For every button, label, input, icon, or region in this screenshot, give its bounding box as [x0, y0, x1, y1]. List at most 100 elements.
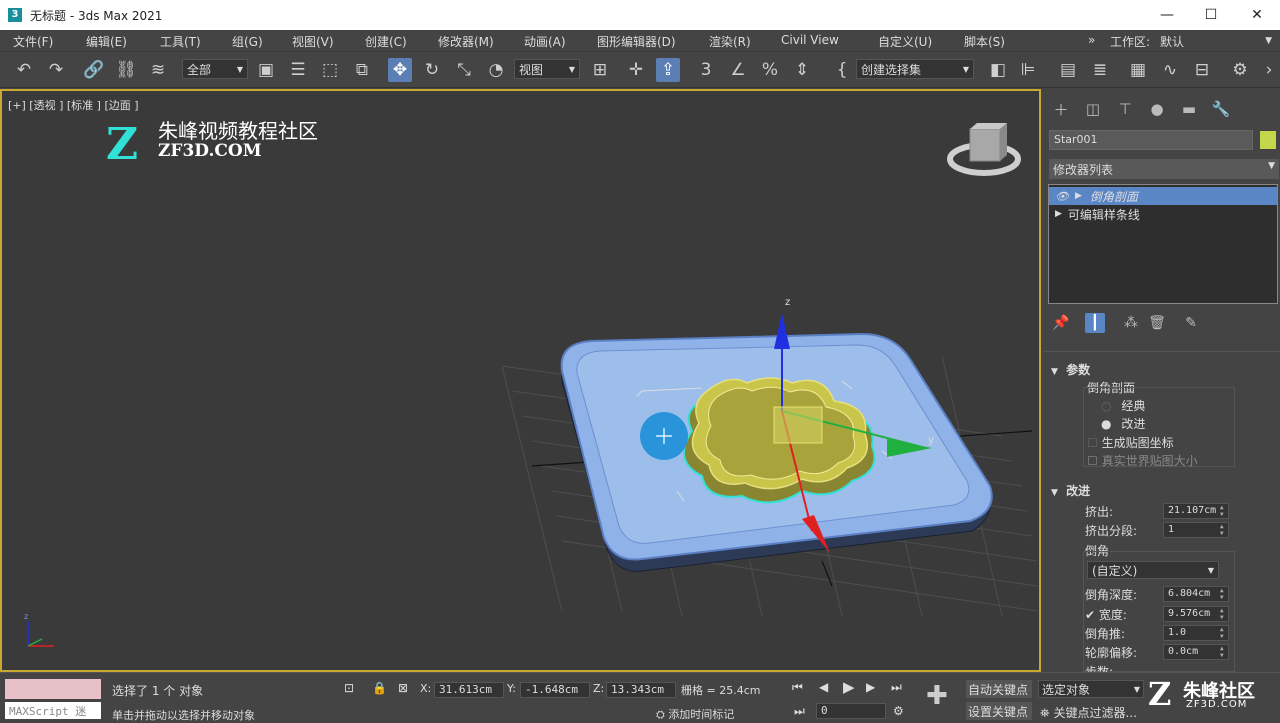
- menu-file[interactable]: 文件(F): [13, 33, 53, 50]
- menu-edit[interactable]: 编辑(E): [86, 33, 127, 50]
- bind-spacewarp-icon[interactable]: ≋: [146, 58, 170, 82]
- extrude-segments-spinner[interactable]: 1: [1163, 522, 1229, 538]
- width-spinner[interactable]: 9.576cm: [1163, 606, 1229, 622]
- auto-key-button[interactable]: 自动关键点: [966, 680, 1032, 698]
- percent-snap-icon[interactable]: %: [758, 58, 782, 82]
- menu-group[interactable]: 组(G): [232, 33, 263, 50]
- prev-frame-icon[interactable]: ◀: [819, 680, 828, 694]
- minimize-button[interactable]: —: [1144, 0, 1190, 30]
- set-key-big-icon[interactable]: ✚: [926, 681, 948, 711]
- hierarchy-tab-icon[interactable]: ⊤: [1115, 99, 1135, 119]
- window-crossing-icon[interactable]: ⧉: [350, 58, 374, 82]
- y-coord-field[interactable]: -1.648cm: [520, 682, 590, 698]
- menu-create[interactable]: 创建(C): [365, 33, 407, 50]
- named-selection-dropdown[interactable]: 创建选择集 ▼: [856, 59, 974, 79]
- configure-modifier-sets-icon[interactable]: ✎: [1181, 313, 1201, 333]
- x-coord-field[interactable]: 31.613cm: [434, 682, 504, 698]
- play-icon[interactable]: ▶: [843, 678, 855, 696]
- current-frame-field[interactable]: 0: [816, 703, 886, 719]
- select-move-icon[interactable]: ✥: [388, 58, 412, 82]
- perspective-viewport[interactable]: [+] [透视 ] [标准 ] [边面 ] Z 朱峰视频教程社区 ZF3D.CO…: [0, 89, 1041, 672]
- spinner-snap-icon[interactable]: ⇕: [790, 58, 814, 82]
- radio-classic[interactable]: ○ 经典: [1101, 397, 1145, 414]
- menu-civil-view[interactable]: Civil View: [781, 33, 839, 47]
- maxscript-listener[interactable]: MAXScript 迷: [5, 702, 101, 719]
- render-setup-icon[interactable]: ⚙: [1228, 58, 1252, 82]
- close-button[interactable]: ✕: [1234, 0, 1280, 30]
- mini-listener[interactable]: [5, 679, 101, 699]
- workspace-dropdown[interactable]: 默认 ▼: [1156, 32, 1276, 50]
- isolate-icon[interactable]: ⊡: [344, 681, 354, 695]
- menu-views[interactable]: 视图(V): [292, 33, 334, 50]
- set-key-button[interactable]: 设置关键点: [966, 702, 1032, 720]
- unlink-icon[interactable]: ⛓: [114, 58, 138, 82]
- key-target-dropdown[interactable]: 选定对象 ▼: [1038, 680, 1144, 698]
- reference-coord-dropdown[interactable]: 视图 ▼: [514, 59, 580, 79]
- radio-improved[interactable]: ● 改进: [1101, 415, 1145, 432]
- extrude-spinner[interactable]: 21.107cm: [1163, 503, 1229, 519]
- selection-filter-dropdown[interactable]: 全部 ▼: [182, 59, 248, 79]
- layer-explorer-icon[interactable]: ▤: [1056, 58, 1080, 82]
- bevel-preset-dropdown[interactable]: (自定义) ▼: [1087, 561, 1219, 579]
- edit-named-selection-icon[interactable]: {: [830, 58, 854, 82]
- eye-icon[interactable]: 👁: [1055, 190, 1069, 203]
- menu-animation[interactable]: 动画(A): [524, 33, 566, 50]
- pin-stack-icon[interactable]: 📌: [1051, 313, 1071, 333]
- menu-customize[interactable]: 自定义(U): [878, 33, 932, 50]
- angle-snap-icon[interactable]: ∠: [726, 58, 750, 82]
- menu-tools[interactable]: 工具(T): [160, 33, 201, 50]
- utilities-tab-icon[interactable]: 🔧: [1211, 99, 1231, 119]
- undo-icon[interactable]: ↶: [12, 58, 36, 82]
- schematic-view-icon[interactable]: ⊟: [1190, 58, 1214, 82]
- modifier-list-dropdown[interactable]: 修改器列表 ▼: [1049, 159, 1279, 179]
- select-object-icon[interactable]: ▣: [254, 58, 278, 82]
- menu-rendering[interactable]: 渲染(R): [709, 33, 751, 50]
- rollout-parameters[interactable]: ▼ 参数: [1051, 361, 1090, 378]
- menu-graph-editors[interactable]: 图形编辑器(D): [597, 33, 676, 50]
- object-name-field[interactable]: Star001: [1049, 130, 1253, 150]
- select-rotate-icon[interactable]: ↻: [420, 58, 444, 82]
- expand-arrow-icon[interactable]: ▶: [1075, 191, 1082, 201]
- gen-map-coords-checkbox[interactable]: ☐ 生成贴图坐标: [1087, 434, 1174, 451]
- goto-start-icon[interactable]: ⏮: [792, 680, 803, 695]
- key-mode-icon[interactable]: ⏭: [794, 704, 805, 719]
- manipulate-icon[interactable]: ✛: [624, 58, 648, 82]
- render-frame-icon[interactable]: ›: [1260, 58, 1278, 82]
- stack-item-editable-spline[interactable]: ▶ 可编辑样条线: [1049, 205, 1277, 223]
- scene-explorer-icon[interactable]: ≣: [1088, 58, 1112, 82]
- placement-icon[interactable]: ◔: [484, 58, 508, 82]
- contour-offset-spinner[interactable]: 0.0cm: [1163, 644, 1229, 660]
- lock-icon[interactable]: 🔒: [372, 681, 387, 695]
- link-icon[interactable]: 🔗: [82, 58, 106, 82]
- pivot-icon[interactable]: ⊞: [588, 58, 612, 82]
- expand-arrow-icon[interactable]: ▶: [1055, 209, 1062, 219]
- redo-icon[interactable]: ↷: [44, 58, 68, 82]
- menu-overflow[interactable]: »: [1088, 33, 1095, 47]
- toggle-ribbon-icon[interactable]: ▦: [1126, 58, 1150, 82]
- real-world-map-checkbox[interactable]: ☐ 真实世界贴图大小: [1087, 452, 1198, 469]
- keyboard-shortcut-icon[interactable]: ⇪: [656, 58, 680, 82]
- remove-modifier-icon[interactable]: 🗑: [1147, 313, 1167, 333]
- modify-tab-icon[interactable]: ◫: [1083, 99, 1103, 119]
- next-frame-icon[interactable]: ▶: [866, 680, 875, 694]
- menu-scripting[interactable]: 脚本(S): [964, 33, 1005, 50]
- snap-3d-icon[interactable]: 3: [694, 58, 718, 82]
- bevel-depth-spinner[interactable]: 6.804cm: [1163, 586, 1229, 602]
- align-icon[interactable]: ⊫: [1016, 58, 1040, 82]
- show-end-result-icon[interactable]: ┃: [1085, 313, 1105, 333]
- display-tab-icon[interactable]: ▬: [1179, 99, 1199, 119]
- bevel-push-spinner[interactable]: 1.0: [1163, 625, 1229, 641]
- stack-item-bevel-profile[interactable]: 👁 ▶ 倒角剖面: [1049, 187, 1277, 205]
- width-checkbox[interactable]: ✔ 宽度:: [1085, 606, 1127, 623]
- make-unique-icon[interactable]: ⁂: [1121, 313, 1141, 333]
- rect-region-icon[interactable]: ⬚: [318, 58, 342, 82]
- rollout-improved[interactable]: ▼ 改进: [1051, 482, 1090, 499]
- time-config-icon[interactable]: ⚙: [893, 704, 904, 718]
- maximize-button[interactable]: ☐: [1188, 0, 1234, 30]
- z-coord-field[interactable]: 13.343cm: [606, 682, 676, 698]
- object-color-swatch[interactable]: [1260, 131, 1276, 149]
- goto-end-icon[interactable]: ⏭: [891, 680, 902, 695]
- select-by-name-icon[interactable]: ☰: [286, 58, 310, 82]
- select-scale-icon[interactable]: ⤡: [452, 58, 476, 82]
- key-filters-button[interactable]: ⛯ 关键点过滤器...: [1040, 704, 1137, 721]
